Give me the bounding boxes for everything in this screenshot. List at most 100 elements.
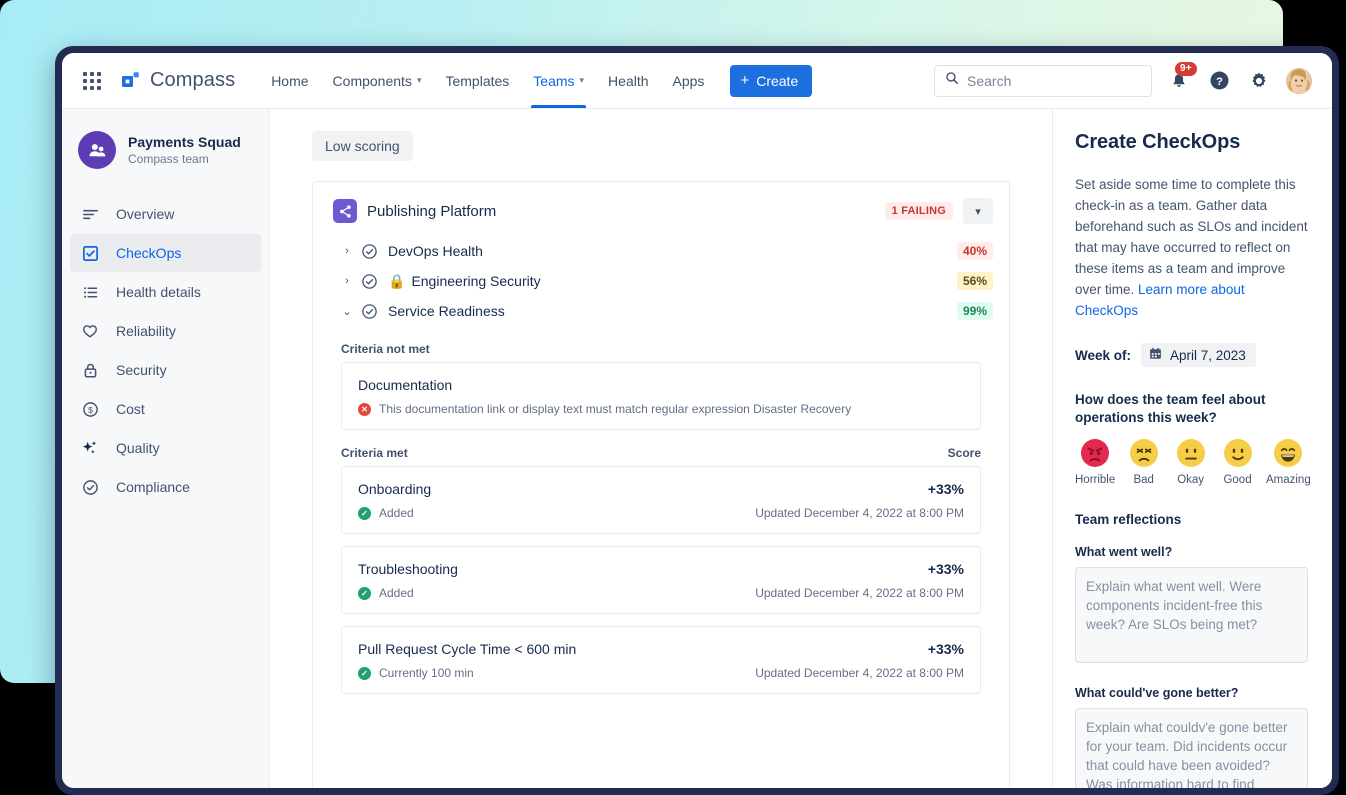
- create-checkops-panel: Create CheckOps Set aside some time to c…: [1052, 109, 1332, 788]
- chevron-down-icon[interactable]: ▾: [963, 198, 993, 224]
- success-check-icon: ✓: [358, 507, 371, 520]
- app-window: Compass Home Components ▾ Templates Team…: [62, 53, 1332, 788]
- sidebar-item-label: Reliability: [116, 323, 176, 339]
- sidebar-item-compliance[interactable]: Compliance: [70, 468, 261, 506]
- create-button[interactable]: + Create: [730, 65, 812, 97]
- list-lines-icon: [80, 204, 100, 224]
- week-of-row: Week of:: [1075, 343, 1310, 367]
- svg-text:?: ?: [1216, 76, 1223, 88]
- sidebar-item-quality[interactable]: Quality: [70, 429, 261, 467]
- gear-icon[interactable]: [1246, 68, 1272, 94]
- chevron-right-icon[interactable]: ›: [339, 245, 355, 257]
- success-check-icon: ✓: [358, 587, 371, 600]
- lock-icon: [80, 360, 100, 380]
- heart-icon: [80, 321, 100, 341]
- scorecard-row[interactable]: › 🔒 Engineering Security 56%: [327, 266, 995, 296]
- filter-chip-low-scoring[interactable]: Low scoring: [312, 131, 413, 161]
- chevron-down-icon[interactable]: ⌄: [339, 305, 355, 318]
- mood-label: Okay: [1172, 474, 1209, 486]
- main-content: Low scoring Publishing Platform 1 FAILI: [270, 109, 1052, 788]
- primary-nav: Home Components ▾ Templates Teams ▾ Heal…: [259, 53, 716, 108]
- criterion-updated: Updated December 4, 2022 at 8:00 PM: [755, 586, 964, 600]
- grid-apps-icon[interactable]: [78, 67, 106, 95]
- criterion-title: Documentation: [358, 377, 452, 393]
- compass-logo[interactable]: Compass: [120, 69, 235, 92]
- scorecard-score: 99%: [957, 302, 993, 320]
- dollar-circle-icon: $: [80, 399, 100, 419]
- criteria-not-met-text: Criteria not met: [341, 342, 430, 356]
- field-label-what-went-well: What went well?: [1075, 545, 1310, 559]
- bell-icon[interactable]: 9+: [1166, 68, 1192, 94]
- good-face-icon: [1224, 439, 1252, 467]
- nav-apps[interactable]: Apps: [661, 53, 717, 108]
- nav-components-label: Components: [333, 73, 412, 89]
- criterion-updated: Updated December 4, 2022 at 8:00 PM: [755, 666, 964, 680]
- panel-description: Set aside some time to complete this che…: [1075, 174, 1310, 321]
- sidebar-item-reliability[interactable]: Reliability: [70, 312, 261, 350]
- mood-option-horrible[interactable]: Horrible: [1075, 439, 1115, 486]
- search-icon: [945, 71, 959, 90]
- brand-name: Compass: [150, 69, 235, 92]
- nav-teams[interactable]: Teams ▾: [521, 53, 596, 108]
- sparkle-icon: [80, 438, 100, 458]
- scorecard-name: Engineering Security: [411, 273, 540, 289]
- scorecard-score: 56%: [957, 272, 993, 290]
- mood-option-bad[interactable]: Bad: [1125, 439, 1162, 486]
- chevron-down-icon: ▾: [580, 75, 585, 86]
- sidebar-item-health-details[interactable]: Health details: [70, 273, 261, 311]
- calendar-icon: [1149, 347, 1162, 363]
- team-header[interactable]: Payments Squad Compass team: [70, 131, 261, 169]
- chevron-down-icon: ▾: [417, 75, 422, 86]
- top-navigation-bar: Compass Home Components ▾ Templates Team…: [62, 53, 1332, 109]
- okay-face-icon: [1177, 439, 1205, 467]
- sidebar-item-label: Health details: [116, 284, 201, 300]
- mood-option-okay[interactable]: Okay: [1172, 439, 1209, 486]
- nav-health[interactable]: Health: [596, 53, 660, 108]
- avatar[interactable]: [1286, 68, 1312, 94]
- sidebar-item-label: Cost: [116, 401, 145, 417]
- criterion-title: Troubleshooting: [358, 561, 458, 577]
- bad-face-icon: [1130, 439, 1158, 467]
- search-input[interactable]: [967, 73, 1141, 89]
- nav-components[interactable]: Components ▾: [321, 53, 434, 108]
- help-circle-icon[interactable]: ?: [1206, 68, 1232, 94]
- sidebar-item-cost[interactable]: $ Cost: [70, 390, 261, 428]
- scorecard-row[interactable]: › DevOps Health 40%: [327, 236, 995, 266]
- team-avatar: [78, 131, 116, 169]
- sidebar-item-overview[interactable]: Overview: [70, 195, 261, 233]
- criterion-updated: Updated December 4, 2022 at 8:00 PM: [755, 506, 964, 520]
- criteria-met-text: Criteria met: [341, 446, 408, 460]
- scorecard-name: Service Readiness: [388, 303, 505, 319]
- scorecard-name: DevOps Health: [388, 243, 483, 259]
- sidebar-item-label: Compliance: [116, 479, 190, 495]
- criterion-score: +33%: [928, 561, 964, 577]
- criterion-status: Added: [379, 586, 414, 600]
- mood-label: Horrible: [1075, 474, 1115, 486]
- scorecard-row[interactable]: ⌄ Service Readiness 99%: [327, 296, 995, 326]
- mood-option-amazing[interactable]: Amazing: [1266, 439, 1310, 486]
- mood-option-good[interactable]: Good: [1219, 439, 1256, 486]
- check-circle-icon: [80, 477, 100, 497]
- what-could-have-gone-better-textarea[interactable]: [1075, 708, 1308, 788]
- panel-title: Create CheckOps: [1075, 131, 1310, 154]
- sidebar-item-security[interactable]: Security: [70, 351, 261, 389]
- nav-home[interactable]: Home: [259, 53, 320, 108]
- nav-templates[interactable]: Templates: [433, 53, 521, 108]
- scorecard-panel: Publishing Platform 1 FAILING ▾ › DevOps: [312, 181, 1010, 788]
- team-reflections-heading: Team reflections: [1075, 512, 1310, 527]
- mood-selector: Horrible Bad: [1075, 439, 1310, 486]
- sidebar-item-label: Overview: [116, 206, 174, 222]
- week-of-date-picker[interactable]: April 7, 2023: [1141, 343, 1256, 367]
- notification-badge: 9+: [1175, 62, 1197, 76]
- lock-emoji-icon: 🔒: [388, 273, 405, 290]
- sidebar: Payments Squad Compass team Overview: [62, 109, 270, 788]
- search-box[interactable]: [934, 65, 1152, 97]
- checkbox-checked-icon: [80, 243, 100, 263]
- create-button-label: Create: [756, 73, 798, 89]
- what-went-well-textarea[interactable]: [1075, 567, 1308, 663]
- sidebar-item-checkops[interactable]: CheckOps: [70, 234, 261, 272]
- criterion-message: This documentation link or display text …: [379, 402, 851, 416]
- panel-description-text: Set aside some time to complete this che…: [1075, 177, 1308, 297]
- chevron-right-icon[interactable]: ›: [339, 275, 355, 287]
- scorecard-score: 40%: [957, 242, 993, 260]
